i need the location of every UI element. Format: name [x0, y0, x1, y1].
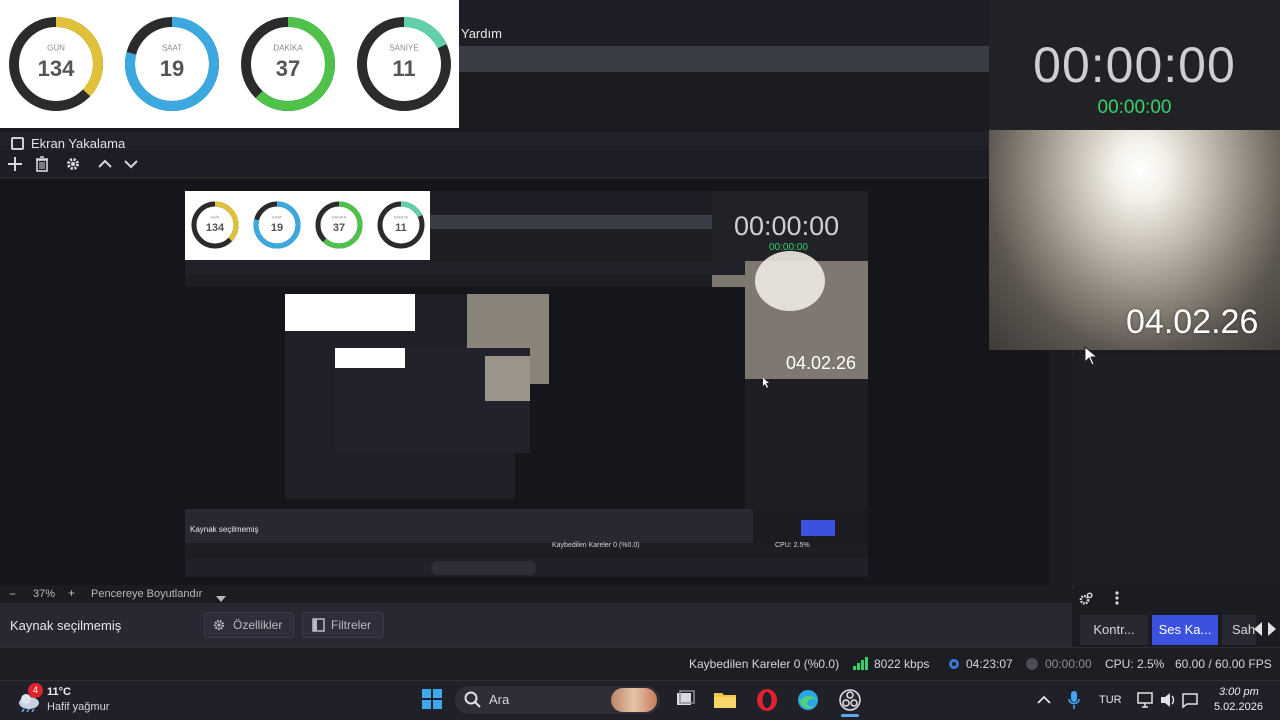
countdown-ring-value: 11	[392, 56, 415, 81]
capture-countdown-ring-label: SAAT	[272, 214, 283, 219]
countdown-ring-value: 134	[38, 56, 75, 81]
file-explorer-icon[interactable]	[713, 688, 737, 712]
source-title: Ekran Yakalama	[31, 136, 126, 151]
capture-countdown-ring-label: GÜN	[211, 214, 220, 219]
capture-countdown-ring-label: DAKİKA	[332, 214, 347, 219]
filter-icon	[312, 618, 325, 637]
chevron-up-icon[interactable]	[94, 153, 116, 175]
menu-bar	[459, 0, 989, 46]
gear-icon	[212, 618, 226, 637]
countdown-ring-label: GÜN	[47, 44, 65, 53]
countdown-ring-value: 37	[276, 56, 300, 81]
zoom-value: 37%	[33, 588, 56, 600]
fit-to-window-label[interactable]: Pencereye Boyutlandır	[91, 588, 202, 600]
countdown-rings: GÜN 134 SAAT 19 DAKİKA 37 SANİYE 11	[9, 17, 451, 111]
dock-content	[1072, 355, 1280, 585]
weather-badge: 4	[28, 683, 43, 698]
tab-scenes[interactable]: Sah	[1222, 615, 1256, 645]
countdown-ring-label: SANİYE	[389, 44, 418, 53]
capture-countdown-ring-label: SANİYE	[394, 214, 409, 219]
weather-temperature: 11°C	[47, 686, 71, 698]
tab-controls[interactable]: Kontr...	[1080, 615, 1148, 645]
tab-scroll-left-icon[interactable]	[1254, 622, 1263, 641]
trash-icon[interactable]	[31, 153, 53, 175]
mouse-cursor-icon	[1084, 345, 1099, 371]
filters-button-label: Filtreler	[331, 618, 372, 632]
dock-toolbar	[1072, 588, 1280, 610]
opera-icon[interactable]	[755, 688, 779, 712]
plus-icon[interactable]	[4, 153, 26, 175]
big-clock: 00:00:00	[1033, 37, 1236, 93]
language-indicator[interactable]: TUR	[1099, 694, 1122, 706]
display-icon[interactable]	[1137, 691, 1155, 714]
dock-settings-icon[interactable]	[1078, 591, 1094, 612]
source-header	[0, 132, 989, 150]
recording-icon	[946, 657, 962, 676]
capture-countdown-ring-value: 37	[333, 222, 345, 234]
bitrate: 8022 kbps	[874, 657, 930, 671]
small-clock: 00:00:00	[1097, 97, 1172, 118]
capture-cpu: CPU: 2.5%	[775, 542, 810, 549]
source-toolbar	[0, 150, 989, 178]
task-view-icon[interactable]	[673, 688, 697, 712]
capture-cursor-icon	[762, 375, 770, 393]
capture-camera-date: 04.02.26	[786, 353, 857, 373]
preview-gutter	[1049, 350, 1071, 585]
countdown-widget: GÜN 134 SAAT 19 DAKİKA 37 SANİYE 11	[0, 0, 459, 128]
toolbar-strip	[459, 46, 989, 72]
search-icon	[464, 691, 482, 714]
countdown-ring-label: DAKİKA	[273, 44, 303, 53]
capture-countdown-ring-value: 11	[395, 222, 407, 234]
weather-description: Hafif yağmur	[47, 701, 110, 713]
camera-date: 04.02.26	[1126, 303, 1259, 341]
menu-item-help[interactable]: Yardım	[461, 26, 502, 41]
dropped-frames: Kaybedilen Kareler 0 (%0.0)	[689, 657, 840, 671]
volume-icon[interactable]	[1159, 691, 1177, 714]
countdown-ring-value: 19	[160, 56, 184, 81]
tab-scroll-right-icon[interactable]	[1268, 622, 1277, 641]
source-visibility-checkbox[interactable]	[11, 137, 24, 150]
tab-controls-label: Kontr...	[1093, 622, 1135, 637]
gear-icon[interactable]	[62, 153, 84, 175]
dock-more-icon[interactable]	[1112, 590, 1122, 611]
countdown-ring-label: SAAT	[162, 44, 182, 53]
properties-button-label: Özellikler	[233, 618, 283, 632]
cpu-usage: CPU: 2.5%	[1105, 657, 1165, 671]
taskbar-date[interactable]: 5.02.2026	[1214, 701, 1263, 713]
edge-icon[interactable]	[796, 688, 820, 712]
battery-network-icon[interactable]	[1181, 691, 1199, 714]
search-highlight-image	[611, 688, 657, 712]
chevron-up-icon[interactable]	[1037, 693, 1051, 711]
microphone-icon[interactable]	[1067, 690, 1081, 715]
chevron-down-icon[interactable]	[120, 153, 142, 175]
capture-big-clock: 00:00:00	[734, 211, 840, 241]
capture-countdown-ring-value: 134	[206, 222, 225, 234]
windows-start-icon[interactable]	[420, 688, 444, 712]
tab-scenes-label: Sah	[1232, 622, 1256, 637]
properties-bar	[0, 603, 1072, 647]
fps: 60.00 / 60.00 FPS	[1175, 657, 1272, 671]
capture-dropped-frames: Kaybedilen Kareler 0 (%0.0)	[552, 542, 640, 549]
zoom-out-button[interactable]: −	[9, 587, 16, 601]
search-placeholder: Ara	[489, 692, 510, 707]
active-app-indicator	[841, 714, 859, 717]
zoom-in-button[interactable]: +	[68, 586, 75, 600]
capture-countdown-ring-value: 19	[271, 222, 283, 234]
stream-time: 00:00:00	[1045, 657, 1092, 671]
no-source-label: Kaynak seçilmemiş	[10, 618, 122, 633]
tab-audio-mixer-label: Ses Ka...	[1158, 622, 1212, 637]
obs-icon[interactable]	[838, 688, 862, 712]
signal-bars-icon	[853, 656, 869, 675]
stream-icon	[1025, 657, 1039, 676]
tab-audio-mixer[interactable]: Ses Ka...	[1152, 615, 1218, 645]
taskbar-time[interactable]: 3:00 pm	[1219, 686, 1259, 698]
capture-small-clock: 00:00:00	[769, 242, 808, 253]
capture-no-source: Kaynak seçilmemiş	[190, 525, 259, 534]
recording-time: 04:23:07	[966, 657, 1013, 671]
